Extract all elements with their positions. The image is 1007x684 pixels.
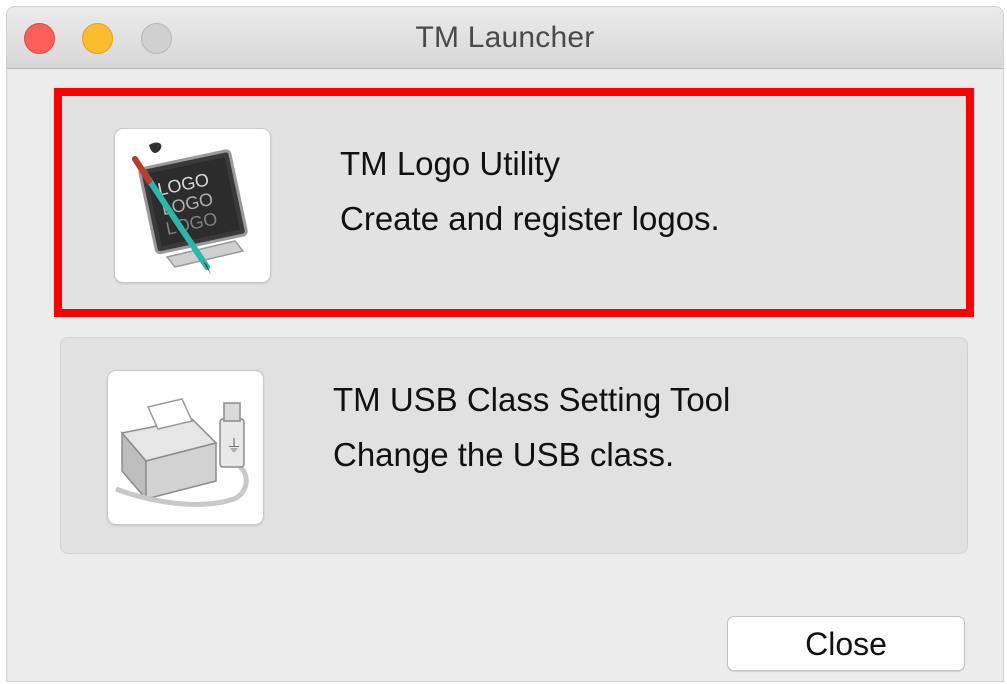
window-title: TM Launcher — [415, 21, 595, 54]
app-text-usb-class-tool: TM USB Class Setting Tool Change the USB… — [333, 372, 730, 482]
close-button[interactable]: Close — [727, 616, 965, 671]
app-item-logo-utility[interactable]: LOGO LOGO LOGO TM Logo Utility Create an… — [54, 88, 974, 317]
app-name: TM Logo Utility — [340, 145, 561, 182]
logo-utility-icon: LOGO LOGO LOGO — [114, 128, 271, 283]
title-bar[interactable]: TM Launcher — [7, 7, 1003, 69]
app-item-usb-class-tool[interactable]: ⏚ TM USB Class Setting Tool Change the U… — [60, 337, 968, 554]
app-name: TM USB Class Setting Tool — [333, 381, 731, 418]
svg-text:⏚: ⏚ — [226, 436, 242, 455]
usb-printer-icon: ⏚ — [107, 370, 264, 525]
app-text-logo-utility: TM Logo Utility Create and register logo… — [340, 136, 720, 246]
app-description: Change the USB class. — [333, 436, 675, 473]
app-description: Create and register logos. — [340, 200, 720, 237]
launcher-window: TM Launcher LOGO LOGO LOGO TM Logo Utili… — [6, 6, 1004, 682]
